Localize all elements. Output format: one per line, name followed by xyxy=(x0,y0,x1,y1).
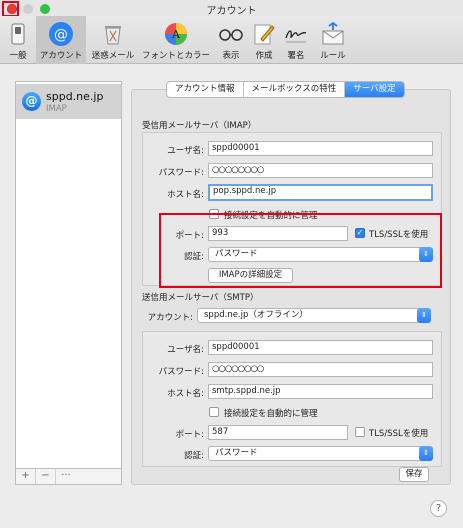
tab-server-settings[interactable]: サーバ設定 xyxy=(345,82,404,97)
incoming-username-field[interactable]: sppd00001 xyxy=(208,141,433,156)
incoming-server-title: 受信用メールサーバ（IMAP） xyxy=(142,121,257,131)
incoming-username-label: ユーザ名: xyxy=(167,146,204,156)
outgoing-auto-manage-label: 接続設定を自動的に管理 xyxy=(224,409,318,419)
toolbar-rules[interactable]: ルール xyxy=(316,16,350,64)
help-button[interactable]: ? xyxy=(430,500,447,517)
outgoing-tls-label: TLS/SSLを使用 xyxy=(369,429,429,439)
title-bar: アカウント xyxy=(0,0,463,17)
toolbar-fonts-colors[interactable]: A フォントとカラー xyxy=(140,16,212,64)
outgoing-password-field[interactable]: ○○○○○○○○ xyxy=(208,362,433,377)
at-icon: @ xyxy=(22,92,41,111)
incoming-password-field[interactable]: ○○○○○○○○ xyxy=(208,163,433,178)
incoming-tls-checkbox[interactable]: ✓ xyxy=(355,228,365,238)
save-button[interactable]: 保存 xyxy=(399,467,429,482)
svg-text:@: @ xyxy=(54,27,68,43)
incoming-port-label: ポート: xyxy=(175,231,204,241)
incoming-auth-popup[interactable]: パスワード ⇕ xyxy=(208,247,433,262)
tab-account-info[interactable]: アカウント情報 xyxy=(167,82,244,97)
account-row-sppd[interactable]: @ sppd.ne.jp IMAP xyxy=(16,84,121,119)
outgoing-host-field[interactable]: smtp.sppd.ne.jp xyxy=(208,384,433,399)
toolbar-accounts[interactable]: @ アカウント xyxy=(36,16,86,64)
popup-arrows-icon: ⇕ xyxy=(419,247,433,262)
outgoing-account-popup[interactable]: sppd.ne.jp（オフライン） ⇕ xyxy=(197,308,431,323)
outgoing-port-field[interactable]: 587 xyxy=(208,425,348,440)
outgoing-auth-label: 認証: xyxy=(184,451,204,461)
switch-icon xyxy=(11,23,25,45)
account-actions-button[interactable]: ··· xyxy=(56,469,76,484)
incoming-auth-label: 認証: xyxy=(184,252,204,262)
outgoing-password-label: パスワード: xyxy=(158,367,204,377)
rules-icon xyxy=(322,21,344,45)
outgoing-tls-checkbox[interactable] xyxy=(355,427,365,437)
outgoing-username-field[interactable]: sppd00001 xyxy=(208,340,433,355)
toolbar-composing[interactable]: 作成 xyxy=(250,16,278,64)
incoming-auto-manage-checkbox[interactable] xyxy=(209,209,219,219)
incoming-auto-manage-label: 接続設定を自動的に管理 xyxy=(224,211,318,221)
toolbar-general[interactable]: 一般 xyxy=(4,16,32,64)
outgoing-port-label: ポート: xyxy=(175,430,204,440)
incoming-tls-label: TLS/SSLを使用 xyxy=(369,230,429,240)
glasses-icon xyxy=(219,29,243,41)
color-wheel-icon: A xyxy=(165,23,187,45)
add-account-button[interactable]: + xyxy=(16,469,36,484)
toolbar-junk-mail[interactable]: 迷惑メール xyxy=(90,16,136,64)
incoming-port-field[interactable]: 993 xyxy=(208,226,348,241)
incoming-host-field[interactable]: pop.sppd.ne.jp xyxy=(208,184,433,201)
incoming-server-box: ユーザ名: sppd00001 パスワード: ○○○○○○○○ ホスト名: po… xyxy=(142,132,442,286)
remove-account-button[interactable]: − xyxy=(36,469,56,484)
account-name: sppd.ne.jp xyxy=(46,90,104,103)
incoming-password-label: パスワード: xyxy=(158,168,204,178)
accounts-list-footer: + − ··· xyxy=(15,468,122,485)
outgoing-server-title: 送信用メールサーバ（SMTP） xyxy=(142,293,259,303)
server-settings-panel: 受信用メールサーバ（IMAP） ユーザ名: sppd00001 パスワード: ○… xyxy=(131,89,451,485)
window-title: アカウント xyxy=(206,6,257,17)
popup-arrows-icon: ⇕ xyxy=(417,308,431,323)
outgoing-server-box: ユーザ名: sppd00001 パスワード: ○○○○○○○○ ホスト名: sm… xyxy=(142,331,442,467)
signature-icon xyxy=(285,30,307,43)
outgoing-username-label: ユーザ名: xyxy=(167,345,204,355)
preferences-toolbar: 一般 @ アカウント 迷惑メール A フォントとカラー 表示 作成 署名 ルール xyxy=(0,16,463,64)
pencil-icon xyxy=(254,24,275,45)
outgoing-host-label: ホスト名: xyxy=(167,389,204,399)
outgoing-account-label: アカウント: xyxy=(147,313,193,323)
trash-icon xyxy=(105,26,121,45)
at-icon: @ xyxy=(49,22,73,46)
outgoing-auth-popup[interactable]: パスワード ⇕ xyxy=(208,446,433,461)
incoming-host-label: ホスト名: xyxy=(167,190,204,200)
accounts-list: @ sppd.ne.jp IMAP xyxy=(15,81,122,485)
svg-text:A: A xyxy=(171,28,181,41)
account-tabs: アカウント情報 メールボックスの特性 サーバ設定 xyxy=(166,81,405,98)
toolbar-viewing[interactable]: 表示 xyxy=(216,16,246,64)
outgoing-auto-manage-checkbox[interactable] xyxy=(209,407,219,417)
account-type: IMAP xyxy=(46,104,67,114)
toolbar-signatures[interactable]: 署名 xyxy=(282,16,310,64)
imap-advanced-settings-button[interactable]: IMAPの詳細設定 xyxy=(208,268,293,283)
popup-arrows-icon: ⇕ xyxy=(419,446,433,461)
tab-mailbox-behaviors[interactable]: メールボックスの特性 xyxy=(244,82,346,97)
